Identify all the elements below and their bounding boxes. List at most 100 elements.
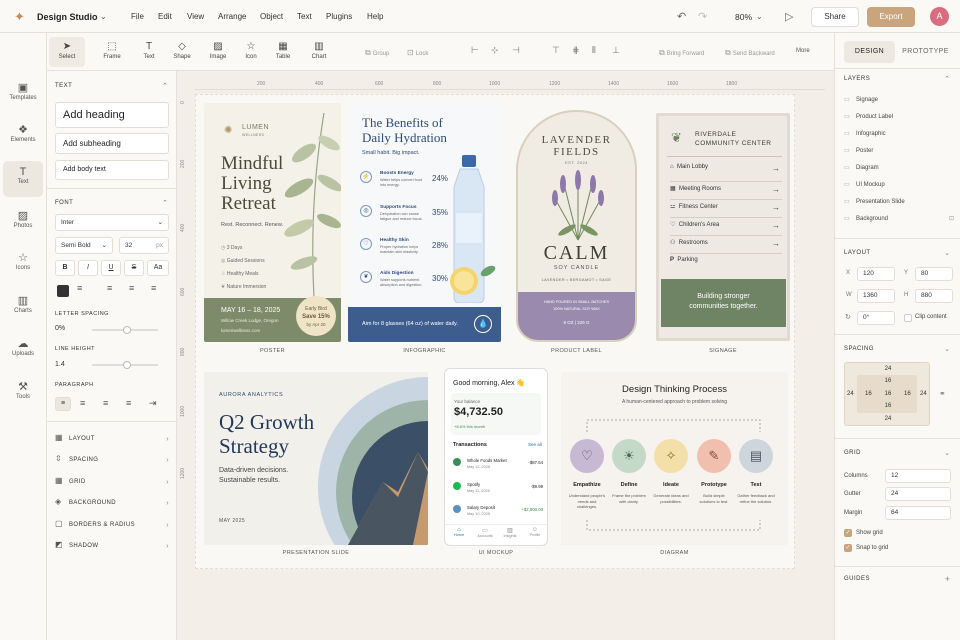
snap-grid-checkbox[interactable]: ✓ (844, 544, 852, 552)
zoom-level[interactable]: 80% (735, 12, 752, 22)
text-align-justify-icon[interactable]: ≡ (151, 283, 156, 293)
rail-photos[interactable]: ▨ Photos (3, 205, 43, 241)
nav-insights[interactable]: ▥ Insights (503, 527, 517, 538)
mockup-card[interactable]: Good morning, Alex 👋 Your balance $4,732… (444, 368, 548, 546)
case-button[interactable]: Aa (147, 260, 169, 276)
send-backward-button[interactable]: ⧉ Send Backward (725, 48, 775, 58)
add-body-button[interactable]: Add body text (55, 160, 169, 180)
distribute-icon[interactable]: ⫴ (592, 45, 596, 56)
undo-icon[interactable]: ↶ (677, 10, 686, 23)
underline-button[interactable]: U (101, 260, 121, 276)
tool-select[interactable]: ➤ Select (49, 37, 85, 67)
letter-spacing-value[interactable]: 0% (55, 325, 65, 332)
slider-handle[interactable] (123, 326, 131, 334)
more-button[interactable]: More (796, 48, 810, 54)
spacing-right[interactable]: 24 (920, 391, 927, 397)
tool-table[interactable]: ▦ Table (265, 37, 301, 67)
chevron-down-icon[interactable]: ⌄ (944, 249, 950, 257)
align-middle-icon[interactable]: ⋕ (572, 45, 580, 56)
menu-edit[interactable]: Edit (158, 12, 172, 21)
chevron-up-icon[interactable]: ⌃ (162, 199, 168, 207)
w-input[interactable]: 1360 (857, 289, 895, 303)
menu-object[interactable]: Object (260, 12, 283, 21)
tool-shape[interactable]: ◇ Shape (164, 37, 200, 67)
chevron-up-icon[interactable]: ⌃ (944, 75, 950, 83)
para-align-left-icon[interactable]: ≡ (55, 397, 71, 411)
layer-background[interactable]: ▭ Background ⊡ (844, 215, 954, 222)
para-align-center-icon[interactable]: ≡ (80, 398, 85, 408)
bold-button[interactable]: B (55, 260, 75, 276)
tab-prototype[interactable]: PROTOTYPE (900, 41, 951, 63)
clip-content-checkbox[interactable] (904, 314, 912, 322)
accordion-background[interactable]: ◈ BACKGROUND › (55, 497, 169, 515)
rail-charts[interactable]: ▥ Charts (3, 290, 43, 326)
layer-product-label[interactable]: ▭ Product Label (844, 113, 954, 120)
group-button[interactable]: ⧉ Group (365, 48, 389, 58)
product-label-card[interactable]: LAVENDER FIELDS EST. 2024 CALM SOY CANDL… (516, 110, 637, 342)
align-left-icon[interactable]: ⊢ (471, 45, 479, 56)
lock-button[interactable]: ⊡ Lock (407, 48, 428, 57)
redo-icon[interactable]: ↷ (698, 10, 707, 23)
accordion-shadow[interactable]: ◩ SHADOW › (55, 540, 169, 558)
rail-elements[interactable]: ❖ Elements (3, 119, 43, 155)
columns-input[interactable]: 12 (885, 469, 951, 483)
layer-poster[interactable]: ▭ Poster (844, 147, 954, 154)
diagram-card[interactable]: Design Thinking Process A human-centered… (561, 372, 788, 545)
font-size-input[interactable]: 32 px (119, 237, 169, 254)
x-input[interactable]: 120 (857, 267, 895, 281)
rotation-input[interactable]: 0° (857, 311, 895, 325)
text-align-left-icon[interactable]: ≡ (77, 283, 82, 293)
spacing-top[interactable]: 24 (845, 366, 931, 372)
zoom-chevron-icon[interactable]: ⌄ (756, 12, 763, 21)
spacing-box[interactable]: 24 16 24 16 16 16 24 16 24 (844, 362, 930, 426)
line-height-value[interactable]: 1.4 (55, 361, 65, 368)
margin-input[interactable]: 64 (885, 506, 951, 520)
tab-design[interactable]: DESIGN (844, 41, 895, 63)
chevron-up-icon[interactable]: ⌃ (162, 82, 168, 90)
add-guide-icon[interactable]: + (945, 574, 950, 584)
rail-templates[interactable]: ▣ Templates (3, 77, 43, 113)
layer-diagram[interactable]: ▭ Diagram (844, 164, 954, 171)
layer-ui-mockup[interactable]: ▭ UI Mockup (844, 181, 954, 188)
signage-card[interactable]: ❦ RIVERDALE COMMUNITY CENTER ⌂ Main Lobb… (656, 113, 790, 341)
nav-profile[interactable]: ☺ Profile (529, 527, 541, 537)
menu-view[interactable]: View (187, 12, 204, 21)
poster-card[interactable]: ✺ LUMEN WELLNESS Mindful Living Retreat … (204, 103, 341, 342)
font-weight-select[interactable]: Semi Bold ⌄ (55, 237, 113, 254)
para-align-right-icon[interactable]: ≡ (103, 398, 108, 408)
export-button[interactable]: Export (867, 7, 915, 27)
rail-text[interactable]: T Text (3, 161, 43, 197)
see-all-link[interactable]: See all (528, 442, 542, 447)
link-icon[interactable]: ⚭ (939, 389, 946, 398)
tool-icon[interactable]: ☆ Icon (233, 37, 269, 67)
para-indent-icon[interactable]: ⇥ (149, 398, 157, 409)
menu-text[interactable]: Text (297, 12, 312, 21)
align-right-icon[interactable]: ⊣ (512, 45, 520, 56)
spacing-center[interactable]: 16 (845, 391, 931, 397)
spacing-inner-bottom[interactable]: 16 (845, 403, 931, 409)
menu-arrange[interactable]: Arrange (218, 12, 246, 21)
strikethrough-button[interactable]: S (124, 260, 144, 276)
show-grid-checkbox[interactable]: ✓ (844, 529, 852, 537)
layer-signage[interactable]: ▭ Signage (844, 96, 954, 103)
h-input[interactable]: 880 (915, 289, 953, 303)
bring-forward-button[interactable]: ⧉ Bring Forward (659, 48, 704, 58)
tool-chart[interactable]: ▥ Chart (301, 37, 337, 67)
app-menu-chevron-icon[interactable]: ⌄ (100, 12, 107, 21)
add-heading-button[interactable]: Add heading (55, 102, 169, 128)
infographic-card[interactable]: The Benefits of Daily Hydration Small ha… (348, 103, 501, 342)
app-name[interactable]: Design Studio (37, 12, 98, 22)
accordion-spacing[interactable]: ⇳ SPACING › (55, 454, 169, 472)
rail-icons[interactable]: ☆ Icons (3, 247, 43, 283)
align-bottom-icon[interactable]: ⊥ (612, 45, 620, 56)
accordion-grid[interactable]: ▦ GRID › (55, 476, 169, 494)
chevron-down-icon[interactable]: ⌄ (944, 345, 950, 353)
accordion-layout[interactable]: ▦ LAYOUT › (55, 433, 169, 451)
align-center-icon[interactable]: ⊹ (491, 45, 499, 56)
spacing-inner-top[interactable]: 16 (845, 378, 931, 384)
slider-handle[interactable] (123, 361, 131, 369)
layer-infographic[interactable]: ▭ Infographic (844, 130, 954, 137)
tool-text[interactable]: T Text (131, 37, 167, 67)
add-subheading-button[interactable]: Add subheading (55, 133, 169, 154)
para-justify-icon[interactable]: ≡ (126, 398, 131, 408)
